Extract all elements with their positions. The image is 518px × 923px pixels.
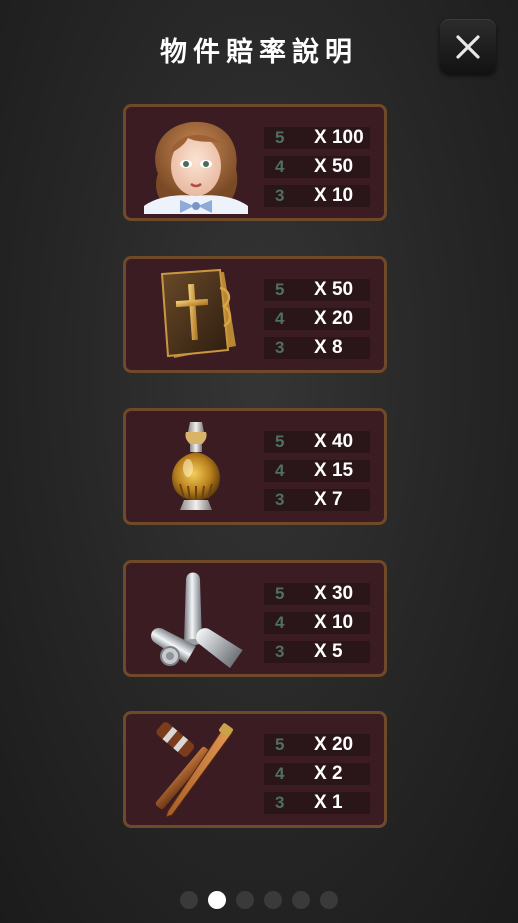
- page-dot-5[interactable]: [292, 891, 310, 909]
- payout-multiplier: X 20: [314, 734, 354, 755]
- payout-row: 3 X 7: [264, 489, 370, 511]
- payout-row: 5 X 40: [264, 431, 370, 453]
- paytable-card-bullets: 5 X 30 4 X 10 3 X 5: [123, 560, 387, 677]
- payout-row: 3 X 5: [264, 641, 370, 663]
- hammer-and-stake-icon: [155, 722, 233, 818]
- payout-row: 5 X 30: [264, 583, 370, 605]
- bible-symbol-icon: [160, 268, 236, 358]
- symbol-count: 5: [275, 432, 285, 451]
- symbol-count: 3: [275, 490, 285, 509]
- page-indicator: [180, 891, 348, 909]
- payout-multiplier: X 40: [314, 431, 354, 452]
- payout-multiplier: X 1: [314, 792, 343, 813]
- payout-row: 4 X 10: [264, 612, 370, 634]
- symbol-count: 3: [275, 186, 285, 205]
- potion-bottle-icon: [172, 422, 220, 510]
- payout-multiplier: X 10: [314, 185, 354, 206]
- page-dot-6[interactable]: [320, 891, 338, 909]
- close-button[interactable]: [440, 19, 496, 74]
- payout-multiplier: X 100: [314, 127, 364, 148]
- payout-row: 3 X 1: [264, 792, 370, 814]
- page-dot-1[interactable]: [180, 891, 198, 909]
- page-dot-2[interactable]: [208, 891, 226, 909]
- symbol-count: 5: [275, 584, 285, 603]
- paytable-card-girl: 5 X 100 4 X 50 3 X 10: [123, 104, 387, 221]
- payout-row: 3 X 10: [264, 185, 370, 207]
- symbol-count: 5: [275, 280, 285, 299]
- payout-multiplier: X 20: [314, 308, 354, 329]
- girl-symbol-icon: [144, 121, 248, 214]
- symbol-count: 4: [275, 613, 285, 632]
- symbol-count: 4: [275, 461, 285, 480]
- symbol-count: 4: [275, 309, 285, 328]
- payout-row: 4 X 15: [264, 460, 370, 482]
- payout-row: 4 X 50: [264, 156, 370, 178]
- page-dot-3[interactable]: [236, 891, 254, 909]
- symbol-count: 5: [275, 735, 285, 754]
- symbol-count: 3: [275, 793, 285, 812]
- symbol-count: 3: [275, 642, 285, 661]
- payout-row: 5 X 100: [264, 127, 370, 149]
- payout-row: 4 X 20: [264, 308, 370, 330]
- payout-multiplier: X 50: [314, 156, 354, 177]
- close-icon: [456, 34, 480, 59]
- symbol-count: 4: [275, 157, 285, 176]
- symbol-count: 4: [275, 764, 285, 783]
- paytable-card-hammer: 5 X 20 4 X 2 3 X 1: [123, 711, 387, 828]
- payout-multiplier: X 10: [314, 612, 354, 633]
- paytable-card-potion: 5 X 40 4 X 15 3 X 7: [123, 408, 387, 525]
- payout-multiplier: X 5: [314, 641, 343, 662]
- paytable-card-bible: 5 X 50 4 X 20 3 X 8: [123, 256, 387, 373]
- payout-row: 3 X 8: [264, 337, 370, 359]
- payout-multiplier: X 7: [314, 489, 343, 510]
- payout-multiplier: X 8: [314, 337, 343, 358]
- payout-multiplier: X 2: [314, 763, 343, 784]
- payout-multiplier: X 15: [314, 460, 354, 481]
- payout-multiplier: X 30: [314, 583, 354, 604]
- payout-row: 4 X 2: [264, 763, 370, 785]
- payout-row: 5 X 50: [264, 279, 370, 301]
- payout-multiplier: X 50: [314, 279, 354, 300]
- symbol-count: 3: [275, 338, 285, 357]
- symbol-count: 5: [275, 128, 285, 147]
- silver-bullets-icon: [151, 572, 243, 669]
- payout-row: 5 X 20: [264, 734, 370, 756]
- page-dot-4[interactable]: [264, 891, 282, 909]
